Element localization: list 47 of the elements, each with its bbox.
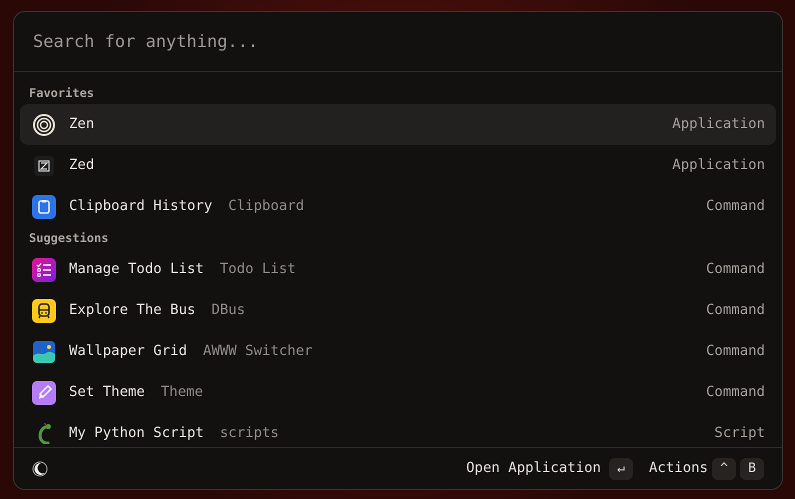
result-item[interactable]: Clipboard History Clipboard Command	[20, 186, 776, 227]
zed-logo-icon	[34, 156, 54, 176]
item-subtitle: Todo List	[220, 260, 296, 279]
item-title: Zed	[69, 156, 94, 175]
item-title: Set Theme	[69, 383, 145, 402]
brush-icon	[32, 380, 56, 404]
result-item[interactable]: Manage Todo List Todo List Command	[20, 249, 776, 290]
result-item[interactable]: Zed Application	[20, 145, 776, 186]
item-type: Command	[706, 260, 765, 279]
item-title: My Python Script	[69, 424, 204, 443]
bus-icon	[32, 298, 56, 322]
item-title: Wallpaper Grid	[69, 342, 188, 361]
key-hint: B	[740, 458, 764, 480]
item-type: Script	[714, 424, 765, 443]
result-item[interactable]: Explore The Bus DBus Command	[20, 290, 776, 331]
item-subtitle: DBus	[211, 301, 246, 320]
snake-icon	[38, 423, 50, 444]
item-subtitle: scripts	[220, 424, 279, 443]
item-title: Clipboard History	[69, 197, 212, 216]
item-subtitle: AWWW Switcher	[203, 342, 313, 361]
item-title: Explore The Bus	[69, 301, 196, 320]
clipboard-icon	[32, 194, 56, 218]
item-type: Command	[706, 197, 765, 216]
section-heading: Suggestions	[28, 230, 110, 247]
item-subtitle: Clipboard	[228, 197, 304, 216]
concentric-circles-icon	[33, 114, 55, 136]
key-hint: ^	[712, 458, 736, 480]
result-item[interactable]: Zen Application	[20, 104, 776, 145]
result-item[interactable]: Wallpaper Grid AWWW Switcher Command	[20, 331, 776, 372]
item-type: Application	[672, 115, 765, 134]
landscape-picture-icon	[33, 340, 55, 362]
item-type: Application	[672, 156, 765, 175]
result-item[interactable]: Set Theme Theme Command	[20, 372, 776, 413]
item-type: Command	[706, 301, 765, 320]
checklist-icon	[32, 258, 56, 282]
item-type: Command	[706, 383, 765, 402]
search-field[interactable]: Search for anything...	[14, 12, 782, 72]
item-title: Manage Todo List	[69, 260, 204, 279]
key-hint: ↵	[608, 458, 633, 480]
primary-action-label[interactable]: Open Application	[466, 458, 601, 479]
result-item[interactable]: My Python Script scripts Script	[20, 413, 776, 447]
moon-icon[interactable]	[32, 460, 48, 476]
section-heading: Favorites	[28, 85, 96, 102]
item-type: Command	[706, 342, 765, 361]
item-subtitle: Theme	[160, 383, 204, 402]
item-title: Zen	[69, 115, 94, 134]
actions-label[interactable]: Actions	[648, 458, 708, 479]
